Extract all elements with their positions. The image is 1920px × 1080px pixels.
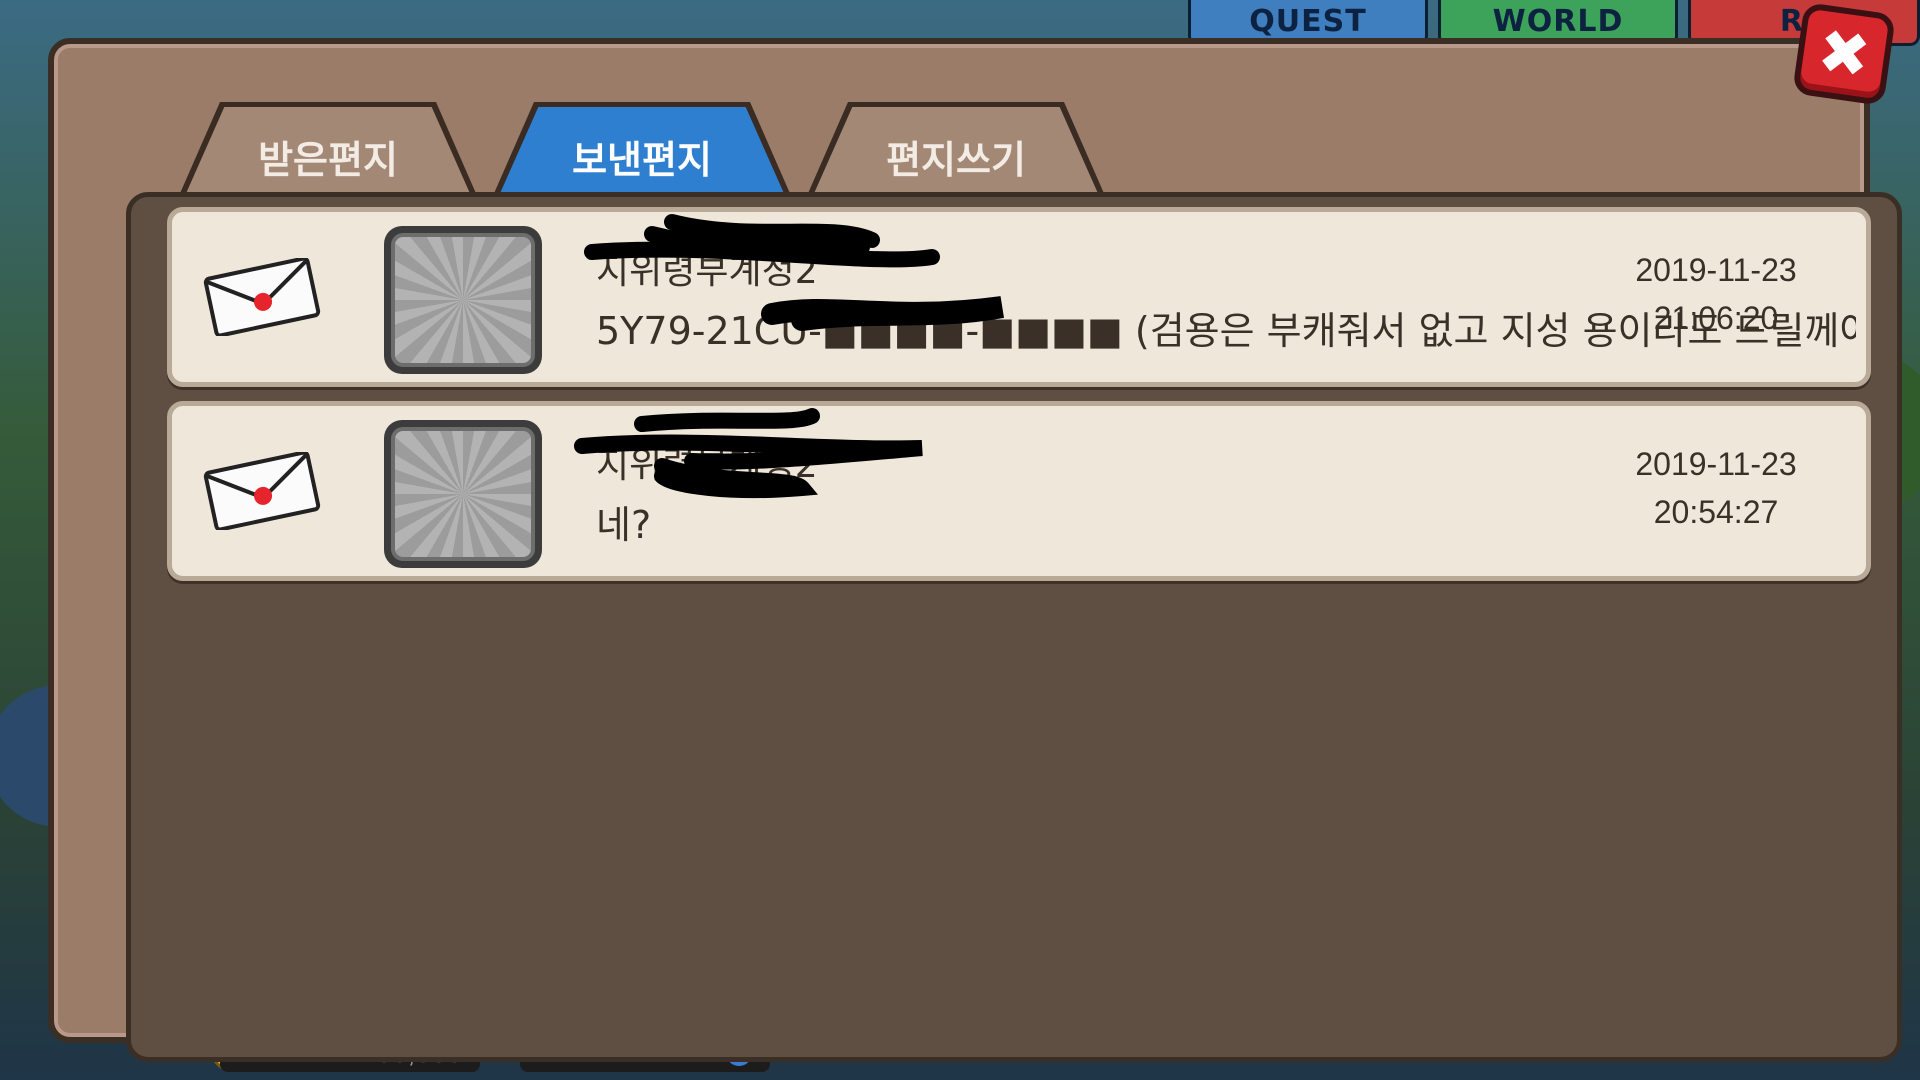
tab-sent-mail-label: 보낸편지 [498, 107, 786, 198]
mail-date: 2019-11-23 [1635, 252, 1797, 288]
tab-write-mail-label: 편지쓰기 [812, 107, 1100, 198]
mail-recipient: 지위령부계정2 [596, 445, 818, 486]
tab-sent-mail[interactable]: 보낸편지 [492, 102, 792, 198]
empty-item-icon [391, 427, 535, 561]
mail-date: 2019-11-23 [1635, 446, 1797, 482]
mail-list-item[interactable]: 지위령부계정2 네? 2019-11-23 20:54:27 [167, 401, 1871, 581]
mail-time: 20:54:27 [1653, 494, 1779, 530]
mail-time: 21:06:20 [1653, 300, 1779, 336]
attachment-slot [384, 226, 542, 374]
tab-received-mail[interactable]: 받은편지 [178, 102, 478, 198]
mailbox-dialog: 받은편지 보낸편지 편지쓰기 지위령부계정2 5Y79-21CU-■■■■-■■… [48, 38, 1902, 1062]
tab-write-mail[interactable]: 편지쓰기 [806, 102, 1106, 198]
mail-list-item[interactable]: 지위령부계정2 5Y79-21CU-■■■■-■■■■ (검용은 부캐줘서 없고… [167, 207, 1871, 387]
mail-list[interactable]: 지위령부계정2 5Y79-21CU-■■■■-■■■■ (검용은 부캐줘서 없고… [126, 192, 1902, 1062]
tab-received-mail-label: 받은편지 [184, 107, 472, 198]
envelope-icon [203, 452, 321, 530]
close-icon: ✖ [1813, 13, 1875, 94]
envelope-icon [203, 258, 321, 336]
close-button[interactable]: ✖ [1792, 2, 1896, 106]
mail-recipient: 지위령부계정2 [596, 251, 818, 292]
attachment-slot [384, 420, 542, 568]
empty-item-icon [391, 233, 535, 367]
